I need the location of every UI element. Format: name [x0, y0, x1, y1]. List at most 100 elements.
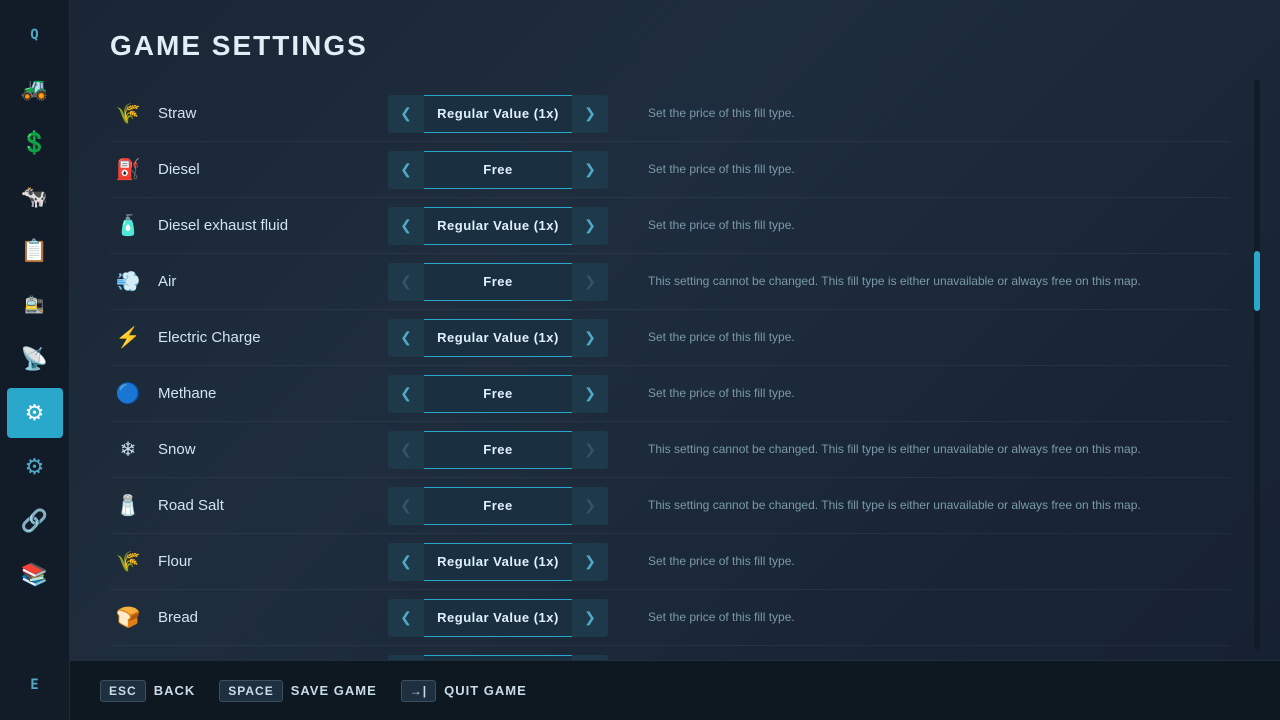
sidebar-item-q[interactable]: Q	[7, 10, 63, 60]
ctrl-value-straw: Regular Value (1x)	[424, 95, 572, 133]
ctrl-left-road-salt: ❮	[388, 487, 424, 525]
ctrl-right-flour[interactable]: ❯	[572, 543, 608, 581]
setting-icon-bread: 🍞	[110, 600, 146, 636]
quit-hint[interactable]: →| QUIT GAME	[401, 680, 527, 702]
setting-row-snow: ❄ Snow ❮ Free ❯ This setting cannot be c…	[110, 422, 1230, 478]
setting-control-diesel-exhaust: ❮ Regular Value (1x) ❯	[388, 207, 608, 245]
ctrl-value-road-salt: Free	[424, 487, 572, 525]
ctrl-right-methane[interactable]: ❯	[572, 375, 608, 413]
tractor-icon: 🚜	[21, 76, 48, 102]
ctrl-left-bread[interactable]: ❮	[388, 599, 424, 637]
save-label: SAVE GAME	[291, 683, 377, 698]
ctrl-value-methane: Free	[424, 375, 572, 413]
sidebar-item-animals[interactable]: 🐄	[7, 172, 63, 222]
setting-icon-methane: 🔵	[110, 376, 146, 412]
ctrl-value-electric-charge: Regular Value (1x)	[424, 319, 572, 357]
sidebar-item-e[interactable]: E	[7, 660, 63, 710]
dollar-icon: 💲	[21, 130, 48, 156]
ctrl-right-diesel[interactable]: ❯	[572, 151, 608, 189]
ctrl-value-diesel-exhaust: Regular Value (1x)	[424, 207, 572, 245]
setting-name-electric-charge: Electric Charge	[158, 329, 388, 346]
setting-control-flour: ❮ Regular Value (1x) ❯	[388, 543, 608, 581]
ctrl-value-diesel: Free	[424, 151, 572, 189]
setting-control-bread: ❮ Regular Value (1x) ❯	[388, 599, 608, 637]
ctrl-left-electric-charge[interactable]: ❮	[388, 319, 424, 357]
ctrl-left-air: ❮	[388, 263, 424, 301]
library-icon: 📚	[21, 562, 48, 588]
setting-icon-diesel: ⛽	[110, 152, 146, 188]
setting-name-straw: Straw	[158, 105, 388, 122]
setting-row-methane: 🔵 Methane ❮ Free ❯ Set the price of this…	[110, 366, 1230, 422]
scroll-track[interactable]	[1254, 80, 1260, 650]
setting-row-diesel: ⛽ Diesel ❮ Free ❯ Set the price of this …	[110, 142, 1230, 198]
setting-row-straw: 🌾 Straw ❮ Regular Value (1x) ❯ Set the p…	[110, 86, 1230, 142]
setting-row-road-salt: 🧂 Road Salt ❮ Free ❯ This setting cannot…	[110, 478, 1230, 534]
setting-icon-air: 💨	[110, 264, 146, 300]
setting-row-air: 💨 Air ❮ Free ❯ This setting cannot be ch…	[110, 254, 1230, 310]
setting-desc-methane: Set the price of this fill type.	[608, 385, 1230, 402]
sidebar-item-log[interactable]: 📋	[7, 226, 63, 276]
ctrl-left-diesel[interactable]: ❮	[388, 151, 424, 189]
setting-name-methane: Methane	[158, 385, 388, 402]
back-hint[interactable]: ESC BACK	[100, 680, 195, 702]
setting-row-cake: 🎂 Cake ❮ Regular Value (1x) ❯ Set the pr…	[110, 646, 1230, 660]
sidebar-item-settings[interactable]: ⚙	[7, 388, 63, 438]
setting-icon-flour: 🌾	[110, 544, 146, 580]
settings-gear-icon: ⚙	[25, 400, 45, 426]
settings-list: 🌾 Straw ❮ Regular Value (1x) ❯ Set the p…	[110, 86, 1240, 660]
bottom-bar: ESC BACK SPACE SAVE GAME →| QUIT GAME	[70, 660, 1280, 720]
e-icon: E	[30, 677, 38, 693]
setting-row-diesel-exhaust: 🧴 Diesel exhaust fluid ❮ Regular Value (…	[110, 198, 1230, 254]
log-icon: 📋	[21, 238, 48, 264]
ctrl-left-flour[interactable]: ❮	[388, 543, 424, 581]
arrow-key-badge: →|	[401, 680, 436, 702]
setting-icon-straw: 🌾	[110, 96, 146, 132]
setting-name-road-salt: Road Salt	[158, 497, 388, 514]
setting-desc-flour: Set the price of this fill type.	[608, 553, 1230, 570]
esc-key-badge: ESC	[100, 680, 146, 702]
sidebar-item-monitor[interactable]: 📡	[7, 334, 63, 384]
sidebar: Q 🚜 💲 🐄 📋 🚉 📡 ⚙ ⚙ 🔗 📚 E	[0, 0, 70, 720]
setting-desc-road-salt: This setting cannot be changed. This fil…	[608, 497, 1230, 514]
setting-control-air: ❮ Free ❯	[388, 263, 608, 301]
ctrl-right-electric-charge[interactable]: ❯	[572, 319, 608, 357]
setting-desc-straw: Set the price of this fill type.	[608, 105, 1230, 122]
ctrl-right-bread[interactable]: ❯	[572, 599, 608, 637]
ctrl-right-diesel-exhaust[interactable]: ❯	[572, 207, 608, 245]
setting-name-diesel-exhaust: Diesel exhaust fluid	[158, 217, 388, 234]
setting-name-bread: Bread	[158, 609, 388, 626]
setting-control-straw: ❮ Regular Value (1x) ❯	[388, 95, 608, 133]
ctrl-value-snow: Free	[424, 431, 572, 469]
ctrl-right-road-salt: ❯	[572, 487, 608, 525]
ctrl-value-flour: Regular Value (1x)	[424, 543, 572, 581]
ctrl-value-bread: Regular Value (1x)	[424, 599, 572, 637]
ctrl-right-air: ❯	[572, 263, 608, 301]
sidebar-item-tractor[interactable]: 🚜	[7, 64, 63, 114]
ctrl-left-straw[interactable]: ❮	[388, 95, 424, 133]
sidebar-item-library[interactable]: 📚	[7, 550, 63, 600]
ctrl-left-diesel-exhaust[interactable]: ❮	[388, 207, 424, 245]
setting-name-snow: Snow	[158, 441, 388, 458]
setting-desc-air: This setting cannot be changed. This fil…	[608, 273, 1230, 290]
setting-name-air: Air	[158, 273, 388, 290]
setting-icon-diesel-exhaust: 🧴	[110, 208, 146, 244]
setting-desc-electric-charge: Set the price of this fill type.	[608, 329, 1230, 346]
sidebar-item-network[interactable]: 🔗	[7, 496, 63, 546]
network-icon: 🔗	[21, 508, 48, 534]
sidebar-item-train[interactable]: 🚉	[7, 280, 63, 330]
sidebar-item-money[interactable]: 💲	[7, 118, 63, 168]
space-key-badge: SPACE	[219, 680, 282, 702]
ctrl-right-snow: ❯	[572, 431, 608, 469]
monitor-icon: 📡	[21, 346, 48, 372]
ctrl-right-straw[interactable]: ❯	[572, 95, 608, 133]
setting-desc-diesel: Set the price of this fill type.	[608, 161, 1230, 178]
setting-control-snow: ❮ Free ❯	[388, 431, 608, 469]
setting-row-electric-charge: ⚡ Electric Charge ❮ Regular Value (1x) ❯…	[110, 310, 1230, 366]
ctrl-left-snow: ❮	[388, 431, 424, 469]
save-hint[interactable]: SPACE SAVE GAME	[219, 680, 377, 702]
ctrl-left-methane[interactable]: ❮	[388, 375, 424, 413]
setting-control-diesel: ❮ Free ❯	[388, 151, 608, 189]
sidebar-item-gear2[interactable]: ⚙	[7, 442, 63, 492]
setting-icon-road-salt: 🧂	[110, 488, 146, 524]
ctrl-value-air: Free	[424, 263, 572, 301]
